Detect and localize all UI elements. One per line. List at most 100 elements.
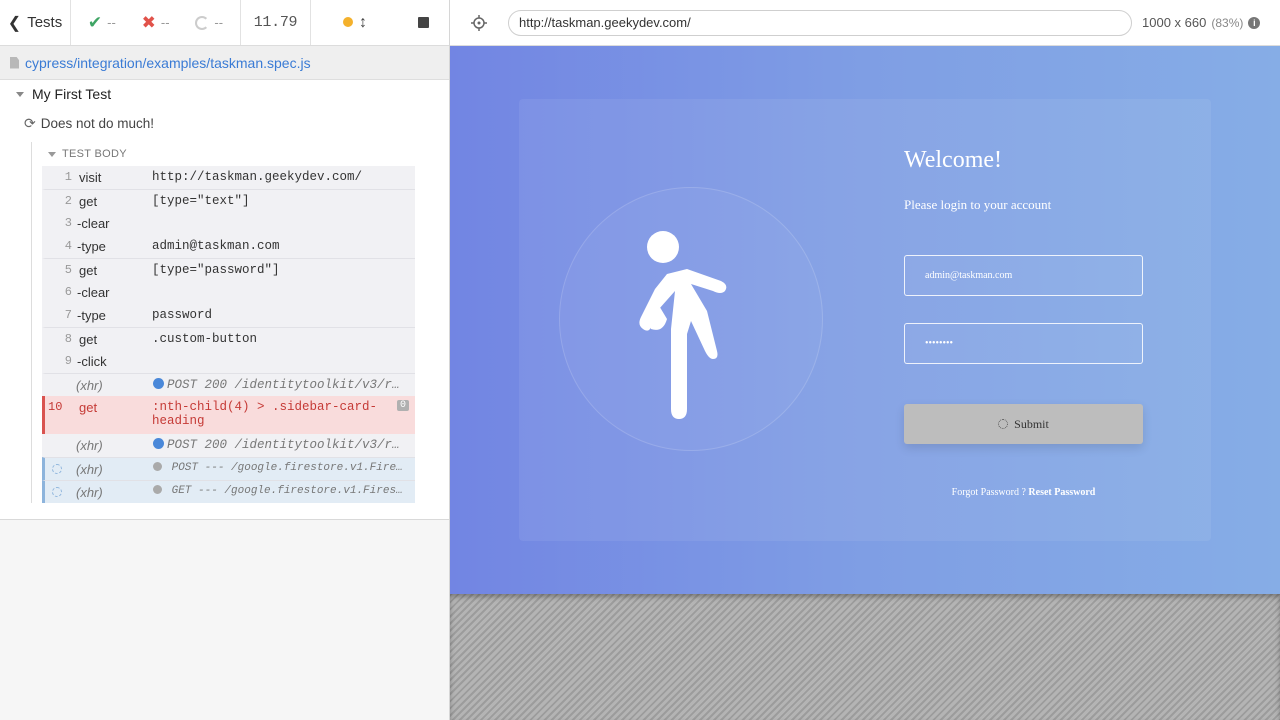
command-message: :nth-child(4) > .sidebar-card-heading xyxy=(152,400,378,428)
forgot-password-text: Forgot Password ? xyxy=(951,487,1026,498)
command-name: get xyxy=(79,332,98,347)
pending-xhr-row[interactable]: (xhr) POST --- /google.firestore.v1.Fire… xyxy=(42,457,415,480)
test-body: TEST BODY 1 visit http://taskman.geekydev.… xyxy=(31,142,449,503)
back-label: Tests xyxy=(27,14,63,31)
password-field[interactable]: •••••••• xyxy=(904,323,1143,364)
caret-down-icon xyxy=(48,151,56,157)
command-number: 7 xyxy=(64,308,72,322)
command-name: (xhr) xyxy=(76,438,103,453)
command-number: 10 xyxy=(48,400,63,414)
up-down-arrow-icon: ↕ xyxy=(359,13,367,31)
failed-stat: ✖ -- xyxy=(142,13,170,33)
crosshair-icon xyxy=(471,14,487,31)
xhr-message-text: POST 200 /identitytoolkit/v3/relyingpart… xyxy=(167,438,415,452)
command-number: 1 xyxy=(64,170,72,184)
passed-count: -- xyxy=(107,15,116,30)
spec-file-link[interactable]: cypress/integration/examples/taskman.spe… xyxy=(25,55,311,71)
command-message: [type="text"] xyxy=(152,194,250,208)
xhr-status-dot-icon xyxy=(153,462,162,471)
welcome-heading: Welcome! xyxy=(904,147,1003,173)
refresh-icon: ⟳ xyxy=(24,114,36,131)
submit-label: Submit xyxy=(1014,416,1049,431)
command-name: get xyxy=(79,400,98,415)
auto-scroll-toggle[interactable]: ↕ xyxy=(343,14,367,32)
pending-xhr-row[interactable]: (xhr) GET --- /google.firestore.v1.Fires… xyxy=(42,480,415,503)
xhr-message-text: POST 200 /identitytoolkit/v3/relyingpart… xyxy=(167,378,415,392)
command-name: get xyxy=(79,194,98,209)
viewport-info: 1000 x 660 (83%) i xyxy=(1142,15,1261,30)
spec-file-bar: cypress/integration/examples/taskman.spe… xyxy=(0,46,449,80)
login-subtitle: Please login to your account xyxy=(904,197,1052,212)
command-message: admin@taskman.com xyxy=(152,239,280,253)
element-count-badge: 0 xyxy=(396,400,409,411)
command-number: 3 xyxy=(64,216,72,230)
command-row[interactable]: 1 visit http://taskman.geekydev.com/ xyxy=(42,166,415,189)
command-number: 4 xyxy=(64,239,72,253)
xhr-message: POST --- /google.firestore.v1.Firestore/… xyxy=(153,462,415,474)
email-field[interactable]: admin@taskman.com xyxy=(904,255,1143,296)
loading-spinner-icon xyxy=(52,464,62,474)
command-message: http://taskman.geekydev.com/ xyxy=(152,170,363,184)
xhr-message-text: GET --- /google.firestore.v1.Firestore/L… xyxy=(171,485,415,497)
command-name: -type xyxy=(77,308,106,323)
pending-stat: -- xyxy=(195,15,223,30)
command-message: password xyxy=(152,308,213,322)
info-icon[interactable]: i xyxy=(1248,16,1261,29)
kicking-figure-icon xyxy=(639,231,727,419)
check-icon: ✔ xyxy=(87,12,103,32)
command-name: -clear xyxy=(77,285,110,300)
pending-circle-icon xyxy=(195,15,210,30)
command-message: [type="password"] xyxy=(152,263,280,277)
failed-command-row[interactable]: 10 get :nth-child(4) > .sidebar-card-headi… xyxy=(42,396,415,434)
loading-spinner-icon xyxy=(998,419,1009,429)
test-body-header[interactable]: TEST BODY xyxy=(42,142,449,166)
reset-password-link[interactable]: Reset Password xyxy=(1028,487,1095,498)
url-bar: http://taskman.geekydev.com/ 1000 x 660 … xyxy=(450,0,1280,46)
caret-down-icon xyxy=(16,91,24,97)
command-row[interactable]: 4 -type admin@taskman.com xyxy=(42,235,415,258)
command-row[interactable]: 8 get .custom-button xyxy=(42,327,415,350)
selector-playground-button[interactable] xyxy=(450,14,508,31)
xhr-row[interactable]: (xhr) POST 200 /identitytoolkit/v3/relyin… xyxy=(42,373,415,396)
viewport-size: 1000 x 660 xyxy=(1142,15,1207,30)
command-number: 5 xyxy=(64,263,72,277)
stop-button[interactable] xyxy=(418,17,429,28)
test-title[interactable]: ⟳ Does not do much! xyxy=(0,108,449,138)
xhr-status-dot-icon xyxy=(153,378,164,389)
url-display[interactable]: http://taskman.geekydev.com/ xyxy=(508,9,1132,36)
test-body-label: TEST BODY xyxy=(62,148,127,160)
command-number: 8 xyxy=(64,332,72,346)
running-indicator-icon xyxy=(343,16,353,27)
xhr-row[interactable]: (xhr) POST 200 /identitytoolkit/v3/relyin… xyxy=(42,434,415,457)
test-title-text: Does not do much! xyxy=(40,115,155,131)
submit-button[interactable]: Submit xyxy=(904,404,1143,444)
viewport-overflow-area xyxy=(450,594,1280,720)
runner-header: ❮ Tests ✔ -- ✖ -- -- 11.79 ↕ xyxy=(0,0,449,46)
test-tree: My First Test ⟳ Does not do much! TEST B… xyxy=(0,80,449,520)
command-row[interactable]: 7 -type password xyxy=(42,304,415,327)
test-runner-panel: ❮ Tests ✔ -- ✖ -- -- 11.79 ↕ cypress/int… xyxy=(0,0,450,720)
xhr-message: POST 200 /identitytoolkit/v3/relyingpart… xyxy=(153,438,415,452)
command-name: -type xyxy=(77,239,106,254)
command-name: visit xyxy=(79,170,102,185)
suite-title-text: My First Test xyxy=(32,86,112,102)
command-row[interactable]: 3 -clear xyxy=(42,212,415,235)
app-under-test-panel: http://taskman.geekydev.com/ 1000 x 660 … xyxy=(450,0,1280,720)
xhr-message: GET --- /google.firestore.v1.Firestore/L… xyxy=(153,485,415,497)
back-to-tests-button[interactable]: ❮ Tests xyxy=(0,0,71,45)
command-message: .custom-button xyxy=(152,332,258,346)
command-name: (xhr) xyxy=(76,378,103,393)
command-row[interactable]: 2 get [type="text"] xyxy=(42,189,415,212)
cross-icon: ✖ xyxy=(141,12,156,32)
chevron-left-icon: ❮ xyxy=(7,14,22,32)
command-row[interactable]: 6 -clear xyxy=(42,281,415,304)
command-row[interactable]: 9 -click xyxy=(42,350,415,373)
command-name: -clear xyxy=(77,216,110,231)
command-number: 2 xyxy=(64,194,72,208)
command-number: 6 xyxy=(64,285,72,299)
suite-title[interactable]: My First Test xyxy=(0,80,449,108)
command-name: -click xyxy=(77,354,107,369)
failed-count: -- xyxy=(160,15,170,30)
viewport-scale: (83%) xyxy=(1211,15,1244,30)
command-row[interactable]: 5 get [type="password"] xyxy=(42,258,415,281)
